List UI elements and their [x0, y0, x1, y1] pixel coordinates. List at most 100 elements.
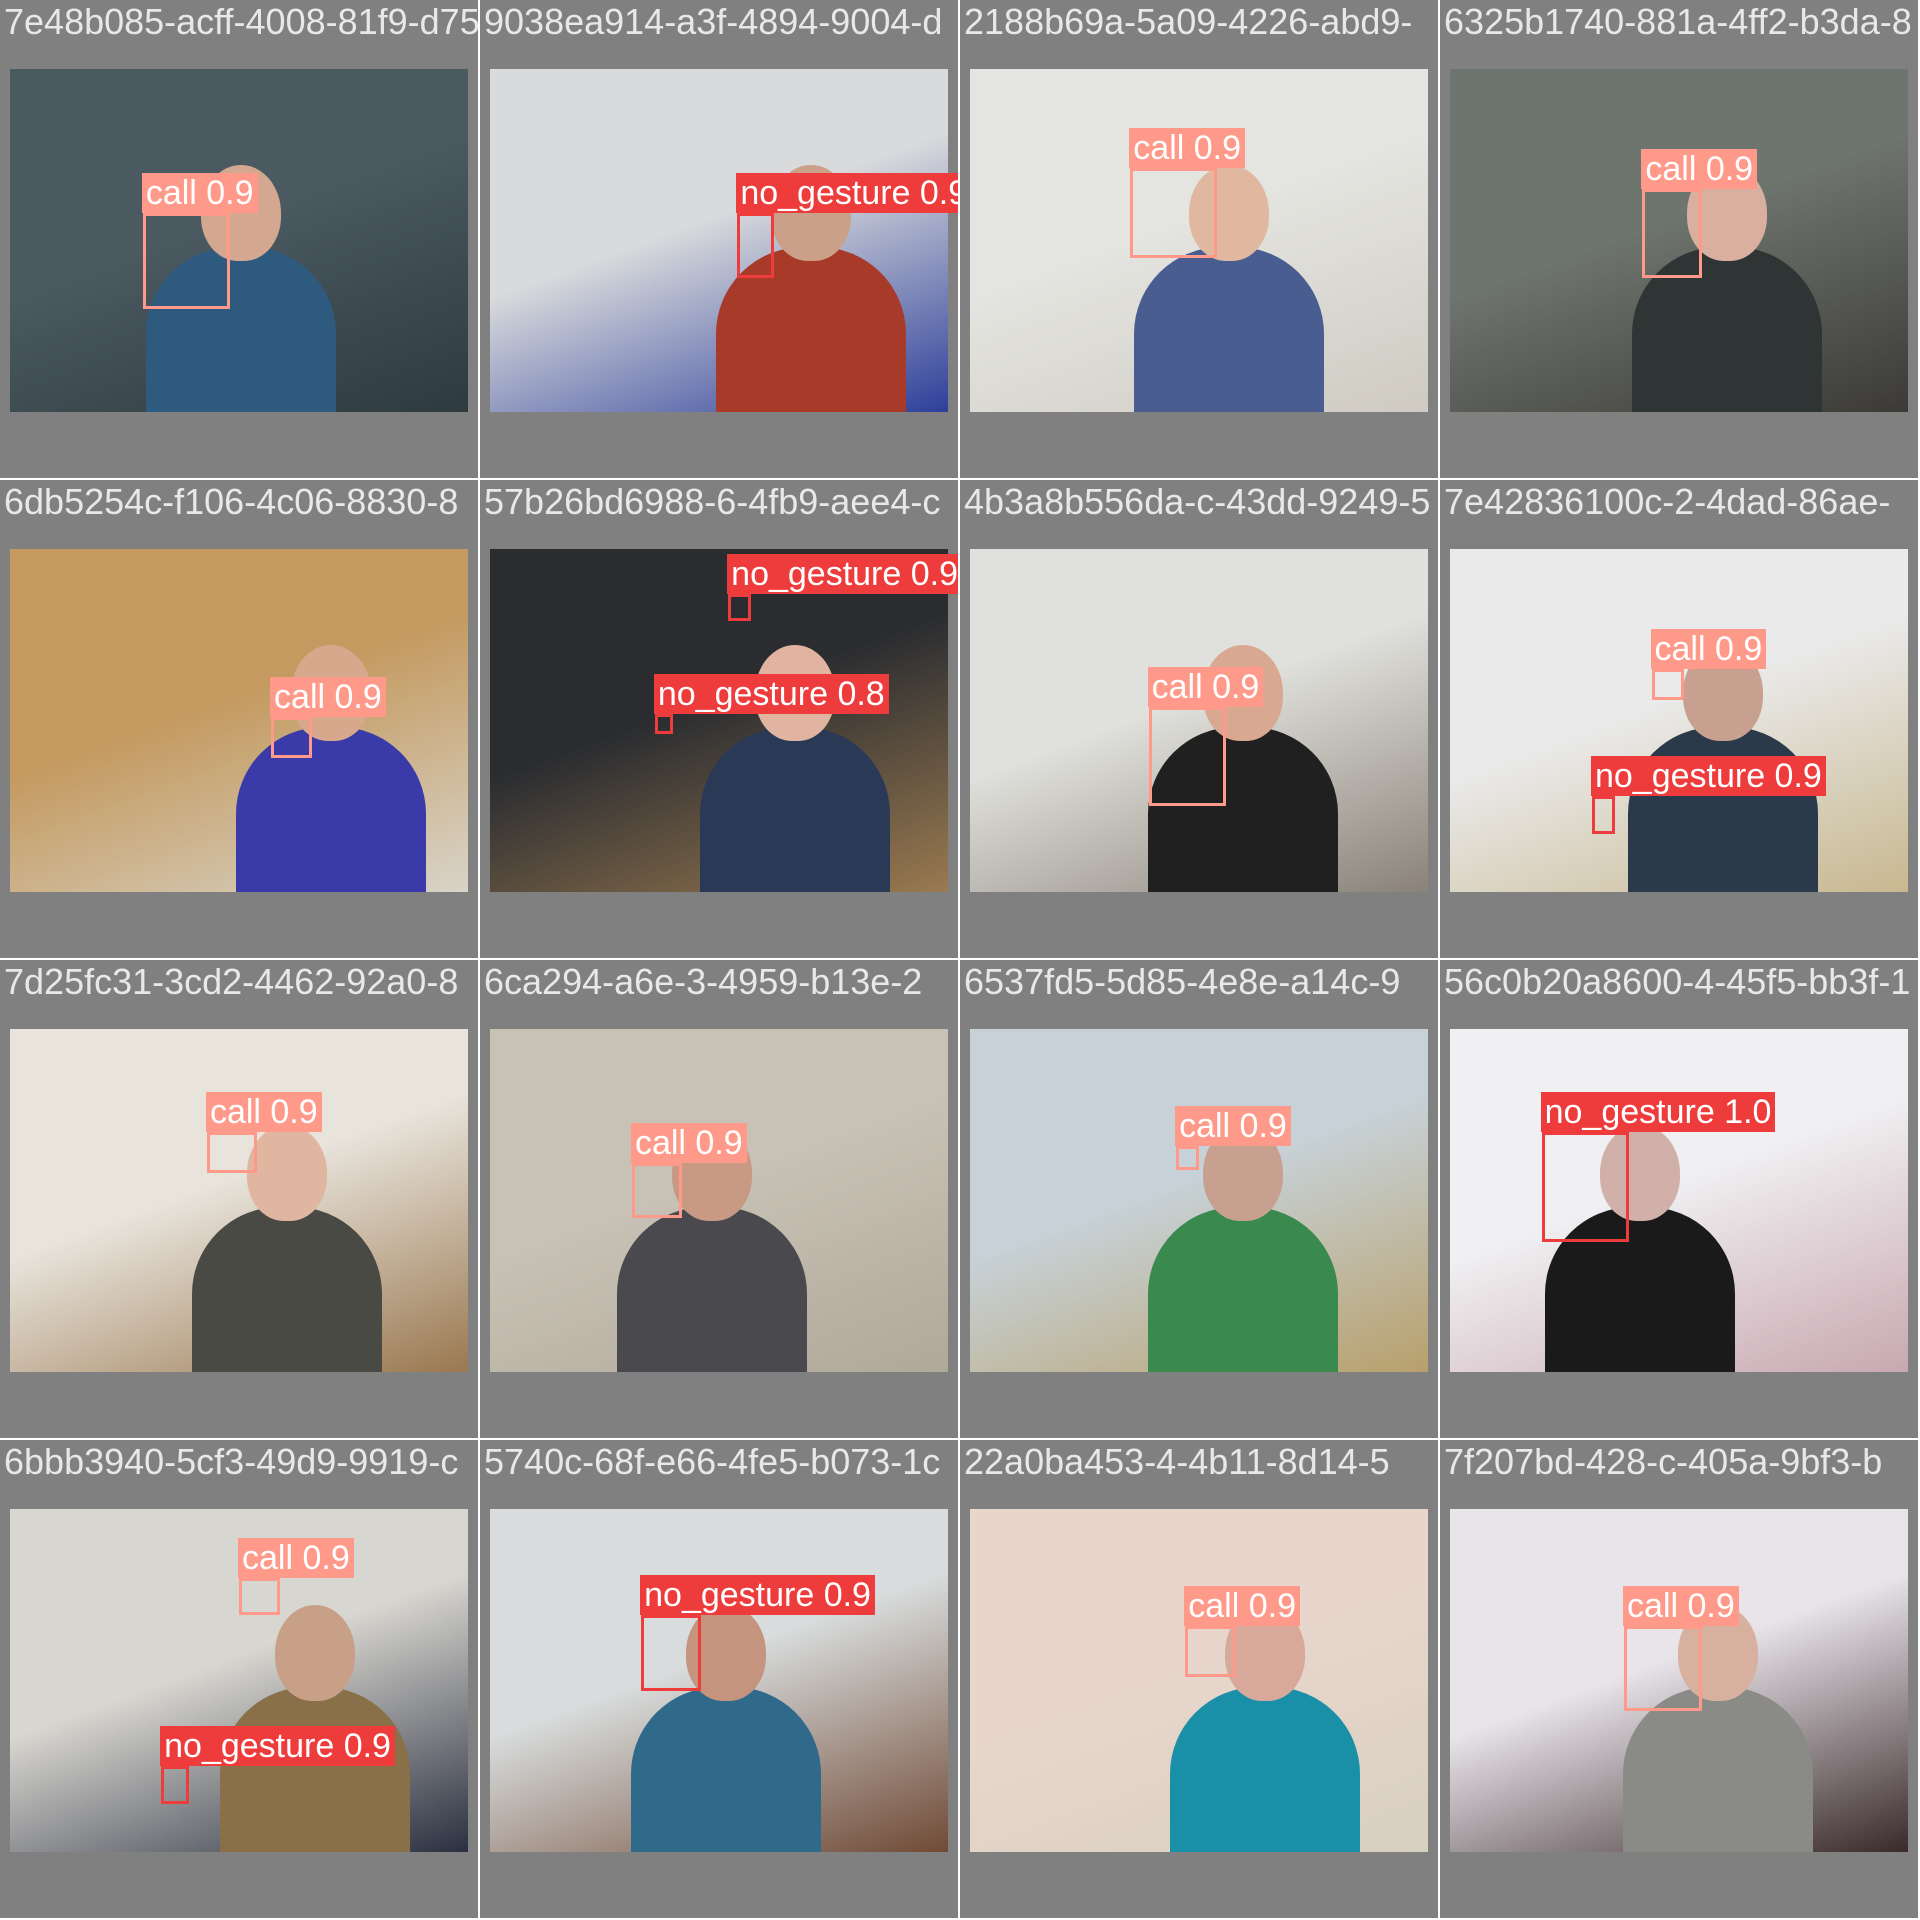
detection-label: no_gesture 0.9	[736, 173, 958, 214]
detection-label: call 0.9	[1147, 666, 1264, 707]
person-figure	[10, 69, 468, 412]
detection-box	[1651, 669, 1684, 700]
photo	[970, 1509, 1428, 1852]
image-tile: 56c0b20a8600-4-45f5-bb3f-1 no_gesture 1.0	[1440, 960, 1918, 1438]
detection-box	[728, 593, 752, 622]
tile-filename: 2188b69a-5a09-4226-abd9-	[964, 1, 1413, 42]
detection-box	[1624, 1625, 1702, 1712]
tile-filename: 22a0ba453-4-4b11-8d14-5	[964, 1441, 1390, 1482]
tile-filename: 7f207bd-428-c-405a-9bf3-b	[1444, 1441, 1883, 1482]
person-torso	[1147, 1207, 1338, 1372]
detection-label: call 0.9	[141, 173, 258, 214]
tile-filename: 7e42836100c-2-4dad-86ae-	[1444, 481, 1891, 522]
detection-label: call 0.9	[630, 1122, 747, 1163]
tile-filename: 57b26bd6988-6-4fb9-aee4-c	[484, 481, 941, 522]
detection-box	[161, 1766, 189, 1804]
image-tile: 7e42836100c-2-4dad-86ae-call 0.9 no_gestu…	[1440, 480, 1918, 958]
image-tile: 6ca294-a6e-3-4959-b13e-2 call 0.9	[480, 960, 958, 1438]
person-figure	[970, 1029, 1428, 1372]
photo	[490, 1029, 948, 1372]
detection-label: no_gesture 0.8	[653, 673, 889, 714]
detection-label: call 0.9	[1175, 1105, 1291, 1146]
detection-label: no_gesture 1.0	[1540, 1091, 1776, 1132]
photo	[490, 1509, 948, 1852]
image-tile: 7e48b085-acff-4008-81f9-d7509 call 0.9	[0, 0, 478, 478]
tile-filename: 7e48b085-acff-4008-81f9-d7509	[4, 1, 478, 42]
image-tile: 7d25fc31-3cd2-4462-92a0-8 call 0.9	[0, 960, 478, 1438]
image-tile: 7f207bd-428-c-405a-9bf3-b call 0.9	[1440, 1440, 1918, 1918]
photo	[10, 549, 468, 892]
detection-label: no_gesture 0.9	[160, 1726, 395, 1767]
tile-filename: 6325b1740-881a-4ff2-b3da-8	[1444, 1, 1912, 42]
detection-box	[1591, 795, 1615, 834]
detection-box	[737, 213, 774, 279]
tile-filename: 56c0b20a8600-4-45f5-bb3f-1	[1444, 961, 1911, 1002]
tile-filename: 9038ea914-a3f-4894-9004-d	[484, 1, 943, 42]
detection-box	[1185, 1625, 1236, 1678]
image-tile: 5740c-68f-e66-4fe5-b073-1c no_gesture 0.9	[480, 1440, 958, 1918]
photo	[490, 69, 948, 412]
person-figure	[490, 549, 948, 892]
person-figure	[1450, 549, 1908, 892]
person-figure	[970, 1509, 1428, 1852]
image-tile: 57b26bd6988-6-4fb9-aee4-c no_gesture 0.9 n…	[480, 480, 958, 958]
person-head	[274, 1605, 355, 1702]
tile-filename: 6bbb3940-5cf3-49d9-9919-c	[4, 1441, 459, 1482]
detection-label: no_gesture 0.9	[640, 1575, 875, 1616]
photo	[970, 1029, 1428, 1372]
mosaic-grid: 7e48b085-acff-4008-81f9-d7509 call 0.9 903…	[0, 0, 1920, 1920]
tile-filename: 7d25fc31-3cd2-4462-92a0-8	[4, 961, 459, 1002]
tile-filename: 6ca294-a6e-3-4959-b13e-2	[484, 961, 923, 1002]
detection-box	[142, 213, 230, 310]
image-tile: 22a0ba453-4-4b11-8d14-5 call 0.9	[960, 1440, 1438, 1918]
detection-label: call 0.9	[205, 1091, 322, 1132]
person-torso	[1170, 1687, 1361, 1852]
detection-box	[206, 1131, 258, 1174]
person-head	[247, 1125, 328, 1222]
detection-label: no_gesture 0.9	[1590, 755, 1826, 796]
person-torso	[1627, 727, 1818, 892]
person-torso	[192, 1207, 383, 1372]
detection-box	[1541, 1131, 1629, 1242]
image-tile: 6db5254c-f106-4c06-8830-8 call 0.9	[0, 480, 478, 958]
image-tile: 9038ea914-a3f-4894-9004-d no_gesture 0.9	[480, 0, 958, 478]
photo	[10, 1029, 468, 1372]
person-torso	[630, 1687, 821, 1852]
image-tile: 6bbb3940-5cf3-49d9-9919-c call 0.9 no_gest…	[0, 1440, 478, 1918]
detection-label: call 0.9	[238, 1537, 354, 1578]
tile-filename: 6537fd5-5d85-4e8e-a14c-9	[964, 961, 1401, 1002]
person-torso	[1622, 1687, 1813, 1852]
person-torso	[219, 1687, 410, 1852]
detection-label: call 0.9	[1623, 1585, 1739, 1626]
person-figure	[10, 1029, 468, 1372]
image-tile: 6537fd5-5d85-4e8e-a14c-9 call 0.9	[960, 960, 1438, 1438]
detection-box	[271, 717, 313, 759]
detection-label: call 0.9	[1650, 629, 1767, 670]
tile-filename: 5740c-68f-e66-4fe5-b073-1c	[484, 1441, 941, 1482]
detection-box	[1642, 189, 1702, 279]
detection-label: call 0.9	[1184, 1585, 1300, 1626]
detection-box	[641, 1615, 701, 1691]
image-tile: 2188b69a-5a09-4226-abd9- call 0.9	[960, 0, 1438, 478]
person-torso	[235, 727, 426, 892]
person-torso	[699, 727, 890, 892]
tile-filename: 6db5254c-f106-4c06-8830-8	[4, 481, 459, 522]
detection-label: no_gesture 0.9	[727, 553, 958, 594]
person-figure	[1450, 1029, 1908, 1372]
detection-label: call 0.9	[1129, 128, 1246, 169]
person-figure	[490, 69, 948, 412]
person-figure	[10, 549, 468, 892]
detection-box	[654, 713, 674, 735]
detection-label: call 0.9	[270, 677, 386, 718]
image-tile: 4b3a8b556da-c-43dd-9249-5 call 0.9	[960, 480, 1438, 958]
detection-label: call 0.9	[1641, 149, 1758, 190]
person-torso	[1133, 247, 1324, 412]
photo	[1450, 1029, 1908, 1372]
detection-box	[631, 1162, 683, 1218]
person-figure	[490, 1029, 948, 1372]
photo	[10, 69, 468, 412]
photo	[490, 549, 948, 892]
person-torso	[617, 1207, 808, 1372]
detection-box	[1130, 168, 1218, 258]
detection-box	[1148, 706, 1227, 807]
